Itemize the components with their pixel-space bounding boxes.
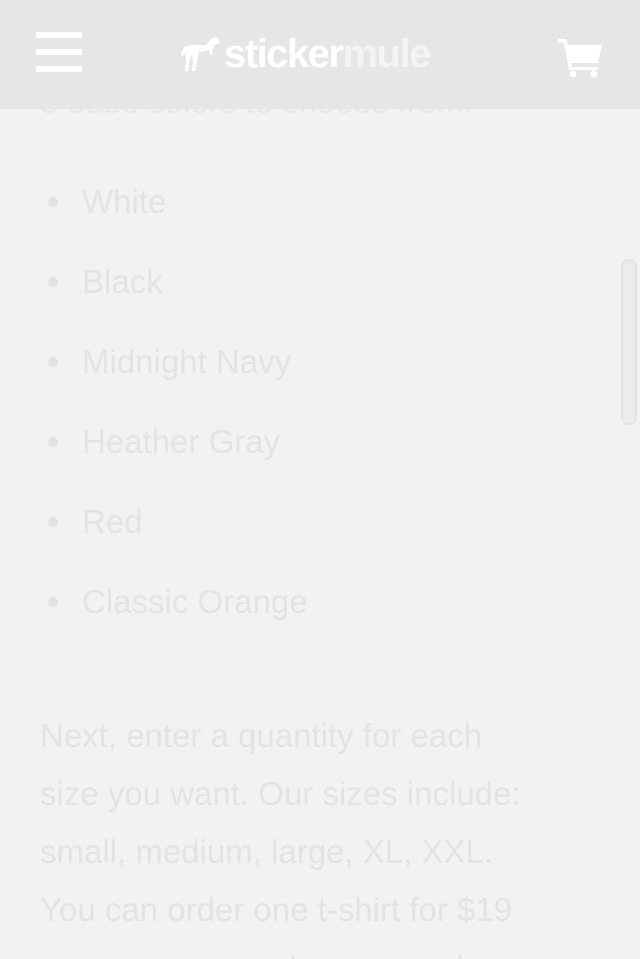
paragraph-line: or save money when you order <box>40 939 600 959</box>
horse-logo-icon <box>181 37 220 71</box>
logo-wordmark: stickermule <box>224 26 431 82</box>
list-item: Heather Gray <box>40 410 308 490</box>
scrollbar[interactable] <box>621 259 637 425</box>
logo-wordmark-sticker: sticker <box>224 32 344 76</box>
top-nav-bar: stickermule <box>0 0 640 109</box>
list-item-label: Red <box>82 503 143 540</box>
paragraph-line: small, medium, large, XL, XXL. <box>40 833 494 870</box>
stickermule-logo[interactable]: stickermule <box>180 26 431 82</box>
bullet-icon <box>48 597 58 607</box>
paragraph-line: size you want. Our sizes include: <box>40 775 521 812</box>
color-list: White Black Midnight Navy Heather Gray R… <box>40 170 308 650</box>
list-item-label: Classic Orange <box>82 583 308 620</box>
logo-wordmark-mule: mule <box>342 32 431 76</box>
list-item-label: Midnight Navy <box>82 343 292 380</box>
bullet-icon <box>48 357 58 367</box>
cart-icon-graphic <box>558 39 602 78</box>
list-item: Red <box>40 490 308 570</box>
list-item-label: Black <box>82 263 163 300</box>
paragraph-line: You can order one t-shirt for $19 <box>40 891 513 928</box>
paragraph-line: Next, enter a quantity for each <box>40 717 483 754</box>
bullet-icon <box>48 197 58 207</box>
bullet-icon <box>48 437 58 447</box>
list-item: Midnight Navy <box>40 330 308 410</box>
list-item: Black <box>40 250 308 330</box>
list-item-label: White <box>82 183 167 220</box>
bullet-icon <box>48 517 58 527</box>
page: 5 base colors to choose from: White Blac… <box>0 0 640 959</box>
list-item-label: Heather Gray <box>82 423 281 460</box>
list-item: Classic Orange <box>40 570 308 650</box>
hamburger-menu-icon[interactable] <box>36 32 82 74</box>
shopping-cart-icon[interactable] <box>556 36 604 78</box>
list-item: White <box>40 170 308 250</box>
bullet-icon <box>48 277 58 287</box>
quantity-paragraph: Next, enter a quantity for each size you… <box>40 707 600 959</box>
